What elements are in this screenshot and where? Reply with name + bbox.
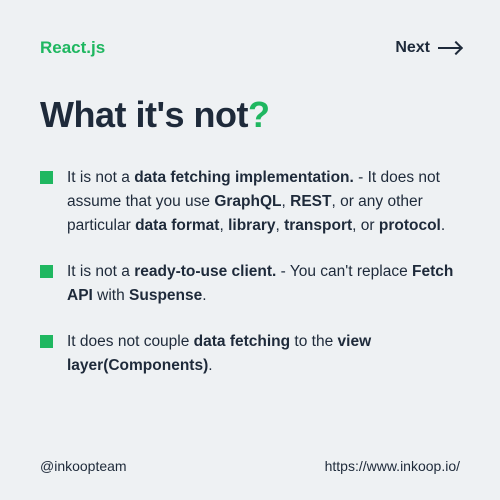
square-bullet-icon xyxy=(40,171,53,184)
title-text: What it's not xyxy=(40,94,248,135)
next-button[interactable]: Next xyxy=(395,39,460,57)
social-handle[interactable]: @inkoopteam xyxy=(40,458,127,474)
next-label: Next xyxy=(395,39,430,57)
header-bar: React.js Next xyxy=(40,38,460,58)
square-bullet-icon xyxy=(40,335,53,348)
footer-url[interactable]: https://www.inkoop.io/ xyxy=(325,458,460,474)
arrow-right-icon xyxy=(438,47,460,49)
title-question-mark: ? xyxy=(248,94,270,135)
list-item: It does not couple data fetching to the … xyxy=(40,330,460,378)
page-title: What it's not? xyxy=(40,94,460,136)
list-item: It is not a ready-to-use client. - You c… xyxy=(40,260,460,308)
list-item-text: It is not a data fetching implementation… xyxy=(67,166,460,238)
footer-bar: @inkoopteam https://www.inkoop.io/ xyxy=(40,458,460,474)
brand-label: React.js xyxy=(40,38,105,58)
square-bullet-icon xyxy=(40,265,53,278)
list-item: It is not a data fetching implementation… xyxy=(40,166,460,238)
list-item-text: It is not a ready-to-use client. - You c… xyxy=(67,260,460,308)
list-item-text: It does not couple data fetching to the … xyxy=(67,330,460,378)
feature-list: It is not a data fetching implementation… xyxy=(40,166,460,378)
